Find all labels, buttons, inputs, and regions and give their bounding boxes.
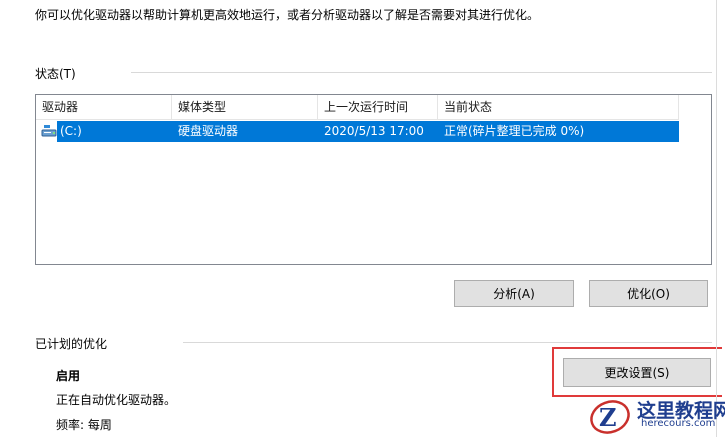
watermark-logo-icon: Z [590, 400, 630, 434]
watermark-url: herecours.com [641, 418, 716, 429]
schedule-status-text: 正在自动优化驱动器。 [56, 393, 177, 407]
svg-text:Z: Z [599, 403, 617, 432]
column-header-media-type[interactable]: 媒体类型 [172, 95, 318, 119]
current-status-cell: 正常(碎片整理已完成 0%) [444, 124, 585, 138]
table-row[interactable]: (C:) 硬盘驱动器 2020/5/13 17:00 正常(碎片整理已完成 0%… [57, 121, 679, 142]
drive-list[interactable]: 驱动器 媒体类型 上一次运行时间 当前状态 (C:) 硬盘驱动器 2020/5/… [35, 94, 712, 265]
status-section-label: 状态(T) [35, 67, 76, 81]
schedule-frequency-text: 频率: 每周 [56, 418, 112, 432]
hard-drive-icon [41, 125, 57, 137]
status-section-divider [131, 72, 712, 73]
column-header-drive[interactable]: 驱动器 [36, 95, 172, 119]
column-header-current-status[interactable]: 当前状态 [438, 95, 679, 119]
window-right-edge [716, 0, 717, 437]
drive-cell: (C:) [60, 124, 82, 138]
schedule-enabled-text: 启用 [56, 369, 81, 383]
scheduled-section-label: 已计划的优化 [35, 337, 108, 351]
drive-list-header: 驱动器 媒体类型 上一次运行时间 当前状态 [36, 95, 679, 120]
column-header-last-run[interactable]: 上一次运行时间 [318, 95, 438, 119]
intro-text: 你可以优化驱动器以帮助计算机更高效地运行，或者分析驱动器以了解是否需要对其进行优… [35, 8, 540, 22]
change-settings-button[interactable]: 更改设置(S) [563, 358, 711, 387]
analyze-button[interactable]: 分析(A) [454, 280, 574, 307]
scheduled-section-divider [183, 342, 712, 343]
optimize-button[interactable]: 优化(O) [589, 280, 708, 307]
last-run-cell: 2020/5/13 17:00 [324, 124, 424, 138]
media-type-cell: 硬盘驱动器 [178, 124, 239, 138]
